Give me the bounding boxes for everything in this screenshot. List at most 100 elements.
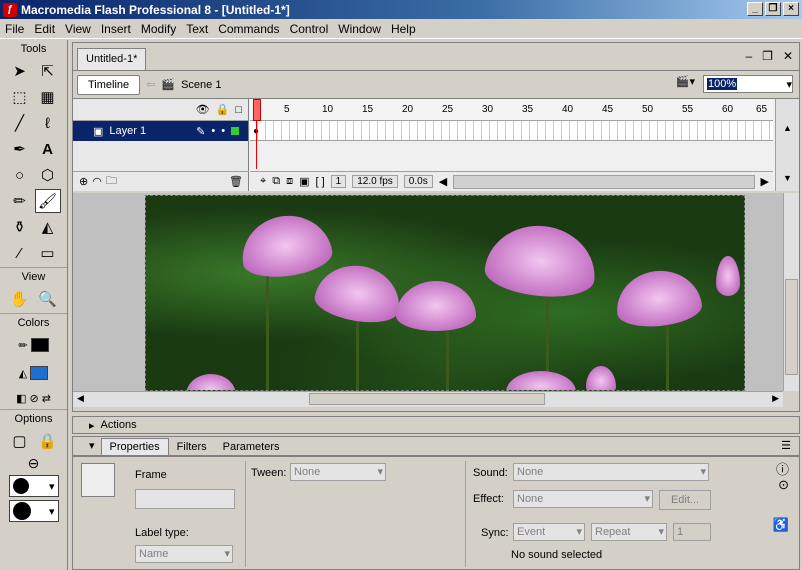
line-tool-icon[interactable]: ╱ — [7, 111, 33, 135]
menu-help[interactable]: Help — [386, 22, 421, 36]
label-type-select[interactable]: Name — [135, 545, 233, 563]
close-button[interactable]: × — [783, 2, 799, 16]
menu-bar: File Edit View Insert Modify Text Comman… — [0, 19, 802, 39]
frame-number: 25 — [442, 104, 454, 115]
layer-row[interactable]: ▣ Layer 1 ✎ • • — [73, 121, 248, 141]
edit-button[interactable]: Edit... — [659, 490, 711, 510]
sound-select[interactable]: None — [513, 463, 709, 481]
stage-vscrollbar[interactable] — [783, 193, 799, 391]
document-tab[interactable]: Untitled-1* — [77, 48, 147, 70]
pencil-tool-icon[interactable]: ✏ — [7, 189, 33, 213]
menu-text[interactable]: Text — [181, 22, 213, 36]
no-sound-status: No sound selected — [511, 549, 603, 561]
polystar-tool-icon[interactable]: ⬡ — [35, 163, 61, 187]
selection-tool-icon[interactable]: ➤ — [7, 59, 33, 83]
onion-skin-icon[interactable]: ⧉ — [272, 175, 280, 188]
timeline-hscrollbar[interactable] — [453, 174, 755, 189]
repeat-select[interactable]: Repeat — [591, 523, 667, 541]
help-icon[interactable]: ⓘ — [776, 459, 789, 478]
delete-layer-icon[interactable]: 🗑 — [229, 175, 243, 188]
menu-control[interactable]: Control — [285, 22, 334, 36]
effect-select[interactable]: None — [513, 490, 653, 508]
doc-close-icon[interactable]: ✕ — [783, 49, 793, 63]
accessibility-icon[interactable]: ♿ — [773, 517, 789, 533]
paint-bucket-tool-icon[interactable]: ◭ — [35, 215, 61, 239]
menu-file[interactable]: File — [0, 22, 29, 36]
menu-window[interactable]: Window — [333, 22, 386, 36]
zoom-tool-icon[interactable]: 🔍 — [35, 287, 61, 311]
fill-color-swatch[interactable] — [30, 366, 49, 380]
frame-label-input[interactable] — [135, 489, 235, 509]
insert-folder-icon[interactable]: 🗀 — [106, 172, 117, 191]
oval-tool-icon[interactable]: ○ — [7, 163, 33, 187]
stage-hscrollbar[interactable]: ◀ ▶ — [73, 391, 783, 407]
show-hide-all-icon[interactable]: 👁 — [196, 103, 210, 116]
doc-minimize-icon[interactable]: – — [745, 49, 752, 63]
onion-outlines-icon[interactable]: ⧈ — [286, 175, 293, 188]
scroll-right-icon[interactable]: ▶ — [761, 175, 769, 188]
stage-bitmap-water-lilies[interactable] — [145, 195, 745, 391]
timeline-toggle-button[interactable]: Timeline — [77, 74, 141, 95]
lasso-tool-icon[interactable]: ℓ — [35, 111, 61, 135]
timeline-vscrollbar[interactable]: ▲ ▼ — [775, 99, 799, 191]
lock-fill-icon[interactable]: 🔒 — [35, 429, 61, 453]
back-arrow-icon[interactable]: ⇦ — [146, 78, 155, 91]
label-type-label: Label type: — [135, 527, 189, 539]
tab-parameters[interactable]: Parameters — [215, 439, 288, 455]
center-frame-icon[interactable]: ⌖ — [260, 175, 266, 188]
free-transform-tool-icon[interactable]: ⬚ — [7, 85, 33, 109]
stroke-color-swatch[interactable] — [30, 338, 49, 352]
edit-multiple-frames-icon[interactable]: ▣ — [299, 175, 309, 188]
brush-mode-icon[interactable]: ⊖ — [0, 455, 67, 472]
ink-bottle-tool-icon[interactable]: ⚱ — [7, 215, 33, 239]
black-white-icon[interactable]: ◧ — [16, 392, 26, 405]
timeline-status-bar: ⌖ ⧉ ⧈ ▣ [ ] 1 12.0 fps 0.0s ◀ ▶ — [250, 171, 773, 191]
actions-panel-header[interactable]: ▸ Actions — [72, 416, 800, 434]
frame-cells[interactable]: ● — [250, 121, 773, 141]
menu-view[interactable]: View — [60, 22, 96, 36]
menu-commands[interactable]: Commands — [213, 22, 284, 36]
frame-ruler[interactable]: 1 5 10 15 20 25 30 35 40 45 50 55 60 65 — [250, 99, 773, 121]
view-section-label: View — [0, 267, 67, 285]
scroll-left-icon[interactable]: ◀ — [439, 175, 447, 188]
brush-size-select[interactable]: ▾ — [8, 475, 59, 497]
collapse-arrow-icon[interactable]: ▾ — [89, 439, 95, 452]
text-tool-icon[interactable]: A — [35, 137, 61, 161]
minimize-button[interactable]: _ — [747, 2, 763, 16]
menu-modify[interactable]: Modify — [136, 22, 181, 36]
tween-select[interactable]: None — [290, 463, 386, 481]
brush-tool-icon[interactable]: 🖌 — [34, 189, 61, 213]
menu-edit[interactable]: Edit — [29, 22, 60, 36]
tab-properties[interactable]: Properties — [100, 438, 169, 455]
swap-colors-icon[interactable]: ⇄ — [42, 392, 51, 405]
playhead[interactable] — [253, 99, 262, 169]
eraser-tool-icon[interactable]: ▭ — [35, 241, 61, 265]
edit-scene-icon[interactable]: 🎬▾ — [676, 75, 695, 88]
hand-tool-icon[interactable]: ✋ — [7, 287, 33, 311]
frame-rate-field[interactable]: 12.0 fps — [352, 175, 398, 188]
outline-color-square[interactable] — [231, 127, 240, 135]
pen-tool-icon[interactable]: ✒ — [7, 137, 33, 161]
zoom-select[interactable]: 100% ▾ — [703, 75, 793, 93]
edit-in-place-icon[interactable]: ⊙ — [778, 477, 789, 493]
visibility-dot[interactable]: • — [211, 125, 215, 137]
gradient-transform-tool-icon[interactable]: ▦ — [35, 85, 61, 109]
repeat-count-input[interactable]: 1 — [673, 523, 711, 541]
lock-all-icon[interactable]: 🔒 — [216, 103, 230, 116]
brush-shape-select[interactable]: ▾ — [8, 500, 59, 522]
add-motion-guide-icon[interactable]: ◠ — [92, 175, 102, 188]
menu-insert[interactable]: Insert — [96, 22, 136, 36]
no-color-icon[interactable]: ⊘ — [29, 392, 38, 405]
insert-layer-icon[interactable]: ⊕ — [79, 175, 88, 188]
doc-restore-icon[interactable]: ❐ — [762, 49, 773, 63]
panel-menu-icon[interactable]: ☰ — [781, 439, 791, 452]
tab-filters[interactable]: Filters — [169, 439, 215, 455]
object-drawing-icon[interactable]: ▢ — [7, 429, 33, 453]
outline-all-icon[interactable]: □ — [235, 104, 242, 116]
eyedropper-tool-icon[interactable]: ⁄ — [7, 241, 33, 265]
modify-onion-markers-icon[interactable]: [ ] — [315, 176, 324, 188]
restore-button[interactable]: ❐ — [765, 2, 781, 16]
subselection-tool-icon[interactable]: ⇱ — [35, 59, 61, 83]
sync-select[interactable]: Event — [513, 523, 585, 541]
lock-dot[interactable]: • — [221, 125, 225, 137]
